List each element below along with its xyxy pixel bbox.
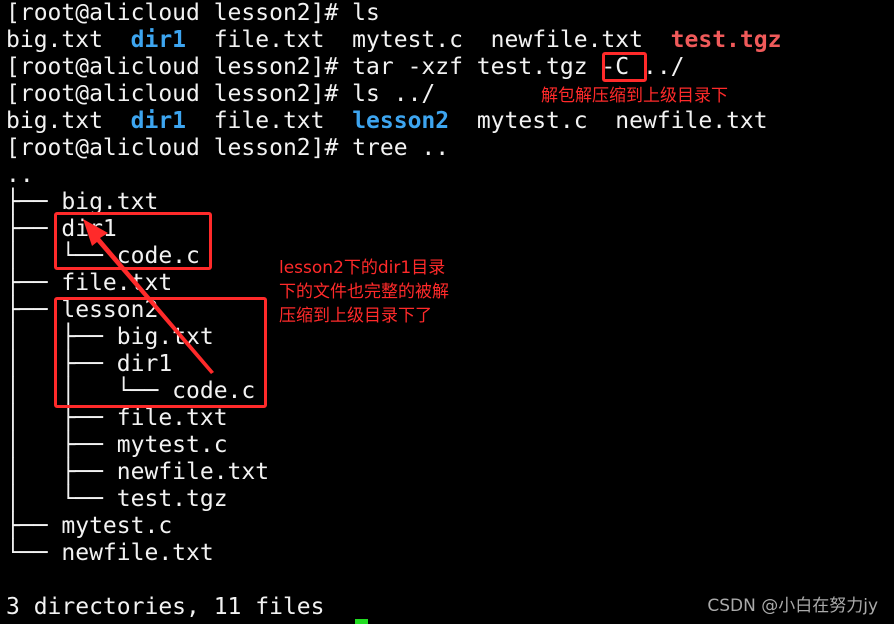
watermark: CSDN @小白在努力jy bbox=[707, 596, 878, 616]
flag-annotation: 解包解压缩到上级目录下 bbox=[541, 86, 728, 106]
terminal-cursor bbox=[355, 619, 368, 624]
tree-annotation: lesson2下的dir1目录 下的文件也完整的被解 压缩到上级目录下了 bbox=[279, 258, 449, 326]
arrow-icon bbox=[83, 219, 214, 374]
